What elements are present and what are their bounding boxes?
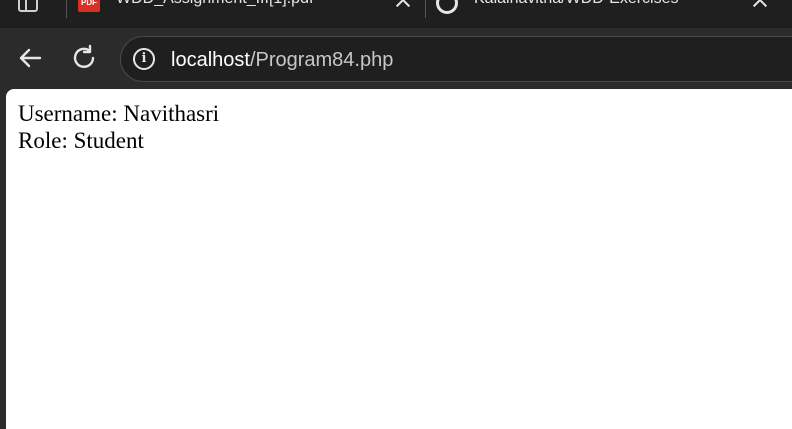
- pdf-icon: PDF: [78, 0, 100, 12]
- url-host: localhost: [171, 49, 250, 71]
- tab-actions-icon[interactable]: [18, 0, 38, 12]
- role-line: Role: Student: [18, 128, 144, 153]
- github-icon: [436, 0, 458, 14]
- tab-pdf[interactable]: PDF WDD_Assignment_III[1].pdf: [67, 0, 423, 28]
- tab-title: Kalainavitha/WDD-Exercises: [474, 0, 679, 8]
- tab-github[interactable]: Kalainavitha/WDD-Exercises: [426, 0, 792, 28]
- username-line: Username: Navithasri: [18, 101, 220, 126]
- url-text[interactable]: localhost/Program84.php: [171, 49, 393, 72]
- tab-strip: PDF WDD_Assignment_III[1].pdf Kalainavit…: [0, 0, 792, 28]
- address-bar[interactable]: i localhost/Program84.php: [120, 36, 792, 82]
- page-content: Username: Navithasri Role: Student: [18, 100, 219, 154]
- tab-close-icon[interactable]: [752, 0, 768, 8]
- tab-close-icon[interactable]: [395, 0, 411, 8]
- page-viewport: Username: Navithasri Role: Student: [6, 89, 792, 429]
- tab-title: WDD_Assignment_III[1].pdf: [116, 0, 313, 8]
- back-arrow-icon[interactable]: [14, 42, 46, 74]
- reload-icon[interactable]: [68, 42, 100, 74]
- url-path: /Program84.php: [249, 49, 394, 71]
- info-icon[interactable]: i: [133, 48, 155, 70]
- browser-toolbar: i localhost/Program84.php: [0, 28, 792, 88]
